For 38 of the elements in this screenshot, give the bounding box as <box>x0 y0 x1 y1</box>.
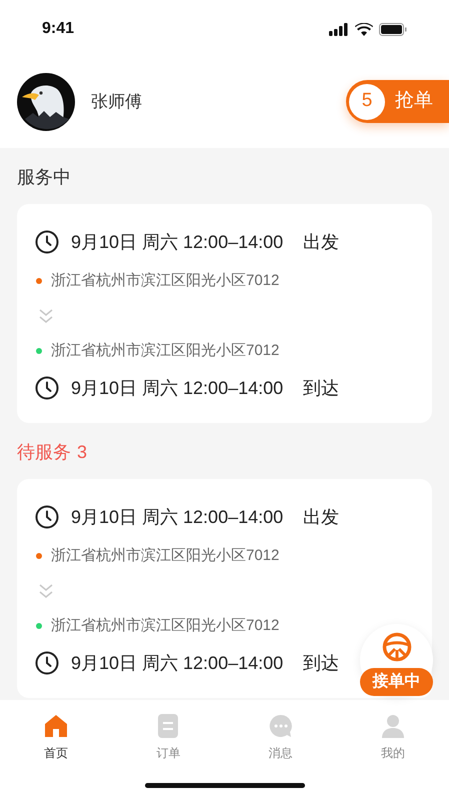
clock-icon <box>35 230 59 254</box>
order-action: 出发 <box>303 506 340 528</box>
order-address: 浙江省杭州市滨江区阳光小区7012 <box>51 340 280 361</box>
order-time: 9月10日 周六 12:00–14:00 <box>71 506 284 528</box>
order-time: 9月10日 周六 12:00–14:00 <box>71 376 284 400</box>
order-address: 浙江省杭州市滨江区阳光小区7012 <box>51 616 280 636</box>
order-action: 出发 <box>303 230 340 254</box>
order-address: 浙江省杭州市滨江区阳光小区7012 <box>51 270 280 291</box>
double-chevron-icon <box>37 582 55 600</box>
user-icon <box>380 712 406 738</box>
order-time: 9月10日 周六 12:00–14:00 <box>71 230 284 254</box>
chat-icon <box>268 712 294 738</box>
tab-item[interactable]: 我的 <box>336 702 449 762</box>
avatar <box>17 73 75 131</box>
battery-icon <box>379 22 407 36</box>
section-count: 3 <box>77 440 88 464</box>
driver-name: 张师傅 <box>91 91 142 114</box>
section-title: 待服务 <box>17 440 71 464</box>
grab-order-button[interactable]: 5 抢单 <box>346 80 449 123</box>
order-time: 9月10日 周六 12:00–14:00 <box>71 652 284 674</box>
tab-item[interactable]: 订单 <box>112 702 224 762</box>
status-time: 9:41 <box>42 19 74 39</box>
steering-wheel-icon <box>382 632 412 662</box>
clock-icon <box>35 505 59 529</box>
clock-icon <box>35 376 59 400</box>
tab-item[interactable]: 首页 <box>0 702 112 762</box>
home-icon <box>43 712 70 738</box>
double-chevron-icon <box>37 307 55 325</box>
wifi-icon <box>355 22 373 36</box>
signal-icon <box>329 22 349 36</box>
order-action: 到达 <box>303 376 340 400</box>
tab-item[interactable]: 消息 <box>224 702 337 762</box>
order-count-badge: 5 <box>349 84 385 120</box>
order-card[interactable]: 9月10日 周六 12:00–14:00 出发 浙江省杭州市滨江区阳光小区7012 浙江省杭州市滨江区阳光小区7012 9月10日 周六 12:00–14:00 到达 <box>17 204 432 423</box>
order-action: 到达 <box>303 652 340 674</box>
order-address: 浙江省杭州市滨江区阳光小区7012 <box>51 546 280 566</box>
clock-icon <box>35 651 59 675</box>
section-title: 服务中 <box>17 166 71 188</box>
